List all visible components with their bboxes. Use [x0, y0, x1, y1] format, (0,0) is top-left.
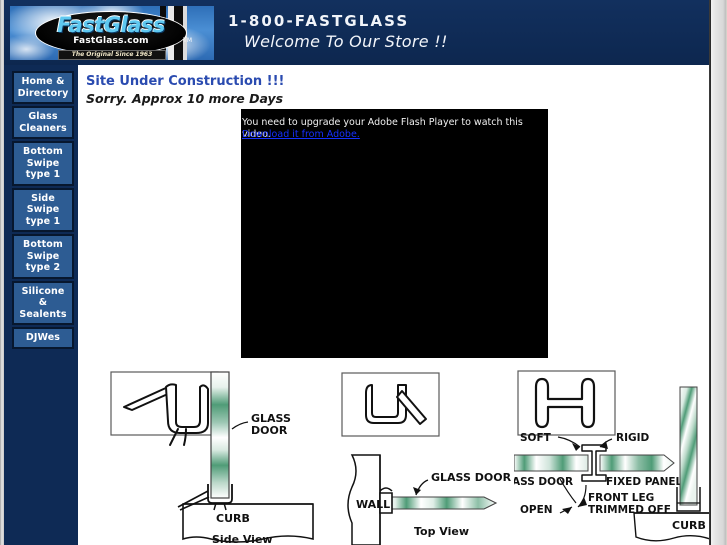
download-adobe-link[interactable]: Download it from Adobe. [242, 129, 360, 140]
svg-text:Top View: Top View [414, 525, 469, 538]
sidebar-nav: Home & Directory Glass Cleaners Bottom Swipe t… [4, 65, 78, 545]
sidebar-item-label: Bottom [23, 146, 63, 157]
sidebar-item-bottom-swipe-type-1[interactable]: Bottom Swipe type 1 [12, 141, 74, 186]
sidebar-item-silicone-sealents[interactable]: Silicone & Sealents [12, 280, 74, 325]
window-right-scrollbar[interactable] [709, 0, 727, 545]
site-header: FastGlass FastGlass.com The Original Sin… [4, 0, 710, 65]
logo-trademark-text: TM [183, 37, 192, 44]
sidebar-item-label: Swipe [26, 157, 60, 169]
svg-text:SOFT: SOFT [520, 432, 552, 444]
svg-text:CURB: CURB [216, 512, 250, 525]
header-welcome-text: Welcome To Our Store !! [244, 32, 448, 51]
diagram-1-svg: GLASS DOOR CURB Side View [110, 371, 314, 545]
sidebar-item-label: Swipe [26, 250, 60, 262]
page-subtitle: Sorry. Approx 10 more Days [86, 91, 284, 106]
svg-text:CURB: CURB [672, 519, 706, 532]
svg-text:OPEN: OPEN [520, 504, 553, 516]
sidebar-item-label: type 2 [25, 262, 61, 273]
sidebar-item-glass-cleaners[interactable]: Glass Cleaners [12, 106, 74, 139]
fastglass-logo[interactable]: FastGlass FastGlass.com The Original Sin… [10, 6, 214, 60]
sidebar-item-label: Home & [21, 76, 65, 87]
logo-tagline-text: The Original Since 1963 [58, 50, 166, 60]
sidebar-item-bottom-swipe-type-2[interactable]: Bottom Swipe type 2 [12, 234, 74, 279]
logo-brand-text: FastGlass [57, 13, 165, 37]
window-inner-divider [710, 0, 711, 545]
sidebar-item-label: type 1 [25, 169, 61, 180]
logo-domain-text: FastGlass.com [73, 36, 149, 46]
sidebar-item-label: Side [31, 192, 55, 204]
page-title: Site Under Construction !!! [86, 74, 285, 89]
svg-text:DOOR: DOOR [251, 424, 288, 437]
svg-text:FRONT LEG: FRONT LEG [588, 492, 654, 504]
svg-text:FIXED PANEL: FIXED PANEL [606, 476, 683, 488]
sidebar-item-label: Glass [28, 111, 58, 122]
flash-video-player[interactable]: You need to upgrade your Adobe Flash Pla… [241, 109, 548, 358]
svg-text:ASS DOOR: ASS DOOR [514, 476, 573, 488]
sidebar-item-label: Bottom [23, 239, 63, 250]
diagram-2-svg: WALL GLASS DOOR Top View [341, 372, 512, 545]
svg-text:GLASS DOOR: GLASS DOOR [431, 471, 512, 484]
diagram-h-seal-detail: SOFT RIGID ASS DOOR FIXED PANEL FRONT LE… [514, 367, 710, 545]
sidebar-item-label: DJWes [25, 332, 61, 343]
sidebar-item-label: Directory [17, 87, 69, 99]
svg-text:Side View: Side View [212, 533, 273, 545]
page-root: FastGlass FastGlass.com The Original Sin… [0, 0, 727, 545]
sidebar-item-label: Swipe [26, 204, 60, 215]
sidebar-item-label: & [38, 297, 48, 308]
header-phone-number: 1-800-FASTGLASS [228, 12, 410, 30]
svg-text:RIGID: RIGID [616, 432, 650, 444]
window-left-edge [0, 0, 4, 545]
diagram-side-swipe-top-view: WALL GLASS DOOR Top View [336, 367, 521, 545]
sidebar-item-label: type 1 [25, 215, 61, 227]
sidebar-item-home-directory[interactable]: Home & Directory [12, 71, 74, 104]
diagram-bottom-swipe-side-view: GLASS DOOR CURB Side View [108, 367, 323, 545]
sidebar-item-djwes[interactable]: DJWes [12, 327, 74, 349]
main-content: Site Under Construction !!! Sorry. Appro… [78, 65, 710, 545]
sidebar-item-label: Silicone [21, 285, 65, 297]
svg-text:WALL: WALL [356, 498, 390, 511]
diagram-3-svg: SOFT RIGID ASS DOOR FIXED PANEL FRONT LE… [514, 370, 710, 542]
sidebar-item-label: Sealents [19, 308, 67, 320]
scrollbar-track[interactable] [711, 0, 726, 545]
sidebar-item-label: Cleaners [19, 122, 67, 134]
sidebar-item-side-swipe-type-1[interactable]: Side Swipe type 1 [12, 187, 74, 232]
